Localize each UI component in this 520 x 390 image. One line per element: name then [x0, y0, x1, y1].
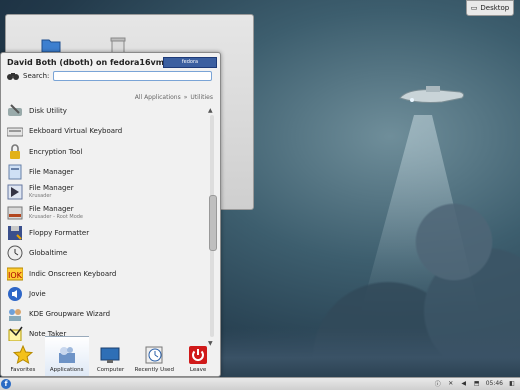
power-icon: [189, 346, 208, 364]
file-manager-krusader-icon: [7, 184, 23, 200]
item-subtitle: Krusader - Root Mode: [29, 213, 84, 220]
breadcrumb-current[interactable]: Utilities: [190, 94, 213, 101]
tab-applications[interactable]: Applications: [44, 336, 89, 376]
applications-icon: [58, 347, 75, 363]
tab-label: Recently Used: [134, 367, 174, 373]
search-input[interactable]: [53, 71, 213, 81]
scroll-up-arrow-icon[interactable]: ▲: [208, 107, 213, 114]
speaker-icon: [8, 286, 22, 301]
list-item-jovie[interactable]: Jovie: [5, 284, 205, 304]
list-item-eekboard[interactable]: Eekboard Virtual Keyboard: [5, 121, 205, 141]
application-launcher: David Both (dboth) on fedora16vm fedora …: [0, 52, 221, 377]
tab-label: Leave: [189, 367, 207, 373]
tab-favorites[interactable]: Favorites: [1, 337, 45, 376]
iok-icon: IOK: [7, 267, 23, 281]
scrollbar-thumb[interactable]: [209, 195, 217, 251]
clock-icon: [7, 245, 23, 261]
panel-toolbox-icon[interactable]: ◧: [508, 379, 516, 387]
tab-leave[interactable]: Leave: [176, 337, 220, 376]
desktop-label: Desktop: [480, 4, 510, 12]
item-name: File Manager: [29, 168, 74, 177]
wallpaper-submarine: [399, 86, 465, 103]
list-item-floppy-formatter[interactable]: Floppy Formatter: [5, 223, 205, 243]
item-subtitle: Krusader: [29, 193, 52, 200]
list-item-file-manager-krusader[interactable]: File Manager Krusader: [5, 182, 205, 202]
breadcrumb-root[interactable]: All Applications: [135, 94, 181, 101]
recent-clock-icon: [145, 346, 163, 364]
list-item-disk-utility[interactable]: Disk Utility: [5, 101, 205, 121]
clock[interactable]: 05:46: [486, 380, 503, 387]
tools-icon[interactable]: ✕: [447, 379, 455, 387]
file-manager-root-icon: [7, 206, 23, 220]
list-item-file-manager-root[interactable]: File Manager Krusader - Root Mode: [5, 202, 205, 222]
breadcrumb-separator: »: [183, 94, 188, 101]
folder-icon[interactable]: [41, 37, 61, 53]
item-name: KDE Groupware Wizard: [29, 310, 111, 319]
launcher-tabs: Favorites Applications Computer Recently…: [1, 336, 220, 376]
item-name: Indic Onscreen Keyboard: [29, 269, 117, 278]
list-item-encryption-tool[interactable]: Encryption Tool: [5, 142, 205, 162]
list-item-globaltime[interactable]: Globaltime: [5, 243, 205, 263]
tab-label: Applications: [49, 367, 84, 373]
star-icon: [12, 345, 33, 365]
item-name: Encryption Tool: [29, 147, 83, 156]
breadcrumb: All Applications » Utilities: [135, 94, 213, 101]
groupware-wizard-icon: [9, 309, 21, 322]
item-name: Jovie: [29, 289, 46, 298]
tab-label: Favorites: [10, 367, 36, 373]
search-label: Search:: [23, 72, 50, 80]
item-name: Globaltime: [29, 249, 68, 258]
list-scrollbar[interactable]: ▲ ▼: [208, 107, 217, 347]
application-list: Disk Utility Eekboard Virtual Keyboard E…: [5, 101, 205, 341]
padlock-icon: [10, 144, 20, 159]
item-name: File Manager: [29, 184, 74, 193]
desktop-toolbox-icon: ▭: [470, 4, 478, 12]
system-tray: ⓘ ✕ ◀ ⬒ 05:46 ◧: [434, 379, 516, 388]
disk-utility-icon: [8, 104, 22, 117]
item-name: Floppy Formatter: [29, 228, 90, 237]
fedora-logo: fedora: [163, 57, 217, 68]
search-row: Search:: [7, 71, 213, 81]
floppy-icon: [8, 225, 22, 240]
list-item-file-manager[interactable]: File Manager: [5, 162, 205, 182]
list-item-indic-onscreen-keyboard[interactable]: IOK Indic Onscreen Keyboard: [5, 263, 205, 283]
tab-recently-used[interactable]: Recently Used: [132, 337, 176, 376]
svg-text:IOK: IOK: [8, 271, 23, 280]
tab-computer[interactable]: Computer: [89, 337, 133, 376]
item-name: Disk Utility: [29, 107, 67, 116]
file-manager-icon: [8, 164, 22, 180]
desktop-toolbox-button[interactable]: ▭ Desktop: [466, 0, 514, 16]
network-icon[interactable]: ⬒: [473, 379, 481, 387]
item-name: Eekboard Virtual Keyboard: [29, 127, 123, 136]
taskbar: f ⓘ ✕ ◀ ⬒ 05:46 ◧: [0, 377, 520, 390]
volume-icon[interactable]: ◀: [460, 379, 468, 387]
list-item-kde-groupware-wizard[interactable]: KDE Groupware Wizard: [5, 304, 205, 324]
binoculars-icon: [7, 73, 19, 80]
launcher-button[interactable]: f: [1, 379, 11, 389]
keyboard-icon: [7, 127, 23, 137]
item-name: File Manager: [29, 204, 74, 213]
info-icon[interactable]: ⓘ: [434, 379, 442, 388]
tab-label: Computer: [96, 367, 125, 373]
wallpaper-sea-floor: [210, 328, 520, 378]
monitor-icon: [100, 347, 120, 363]
user-name: David Both (dboth) on fedora16vm: [7, 58, 165, 67]
